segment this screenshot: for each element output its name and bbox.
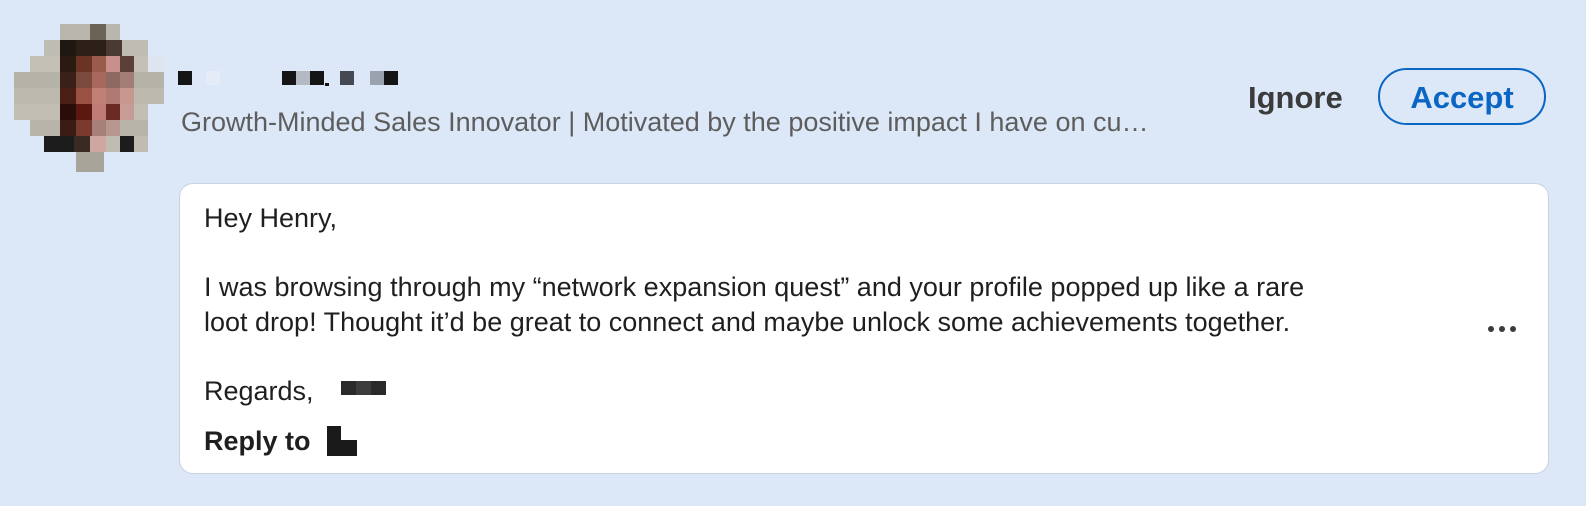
message-greeting: Hey Henry, [204, 203, 338, 233]
signature-name [341, 381, 386, 395]
message-body-line-2: loot drop! Thought it’d be great to conn… [204, 307, 1291, 337]
message-signoff: Regards, [204, 376, 314, 406]
sender-name[interactable] [178, 69, 408, 87]
accept-button[interactable]: Accept [1378, 68, 1546, 125]
sender-avatar[interactable] [14, 24, 164, 172]
invitation-message-card: Hey Henry, I was browsing through my “ne… [179, 183, 1549, 474]
reply-to-name[interactable] [327, 426, 359, 456]
reply-to-label[interactable]: Reply to [204, 424, 311, 458]
message-body-line-1: I was browsing through my “network expan… [204, 272, 1305, 302]
ignore-button[interactable]: Ignore [1236, 72, 1355, 124]
sender-headline: Growth-Minded Sales Innovator | Motivate… [181, 107, 1149, 137]
more-options-icon[interactable] [1480, 309, 1524, 343]
